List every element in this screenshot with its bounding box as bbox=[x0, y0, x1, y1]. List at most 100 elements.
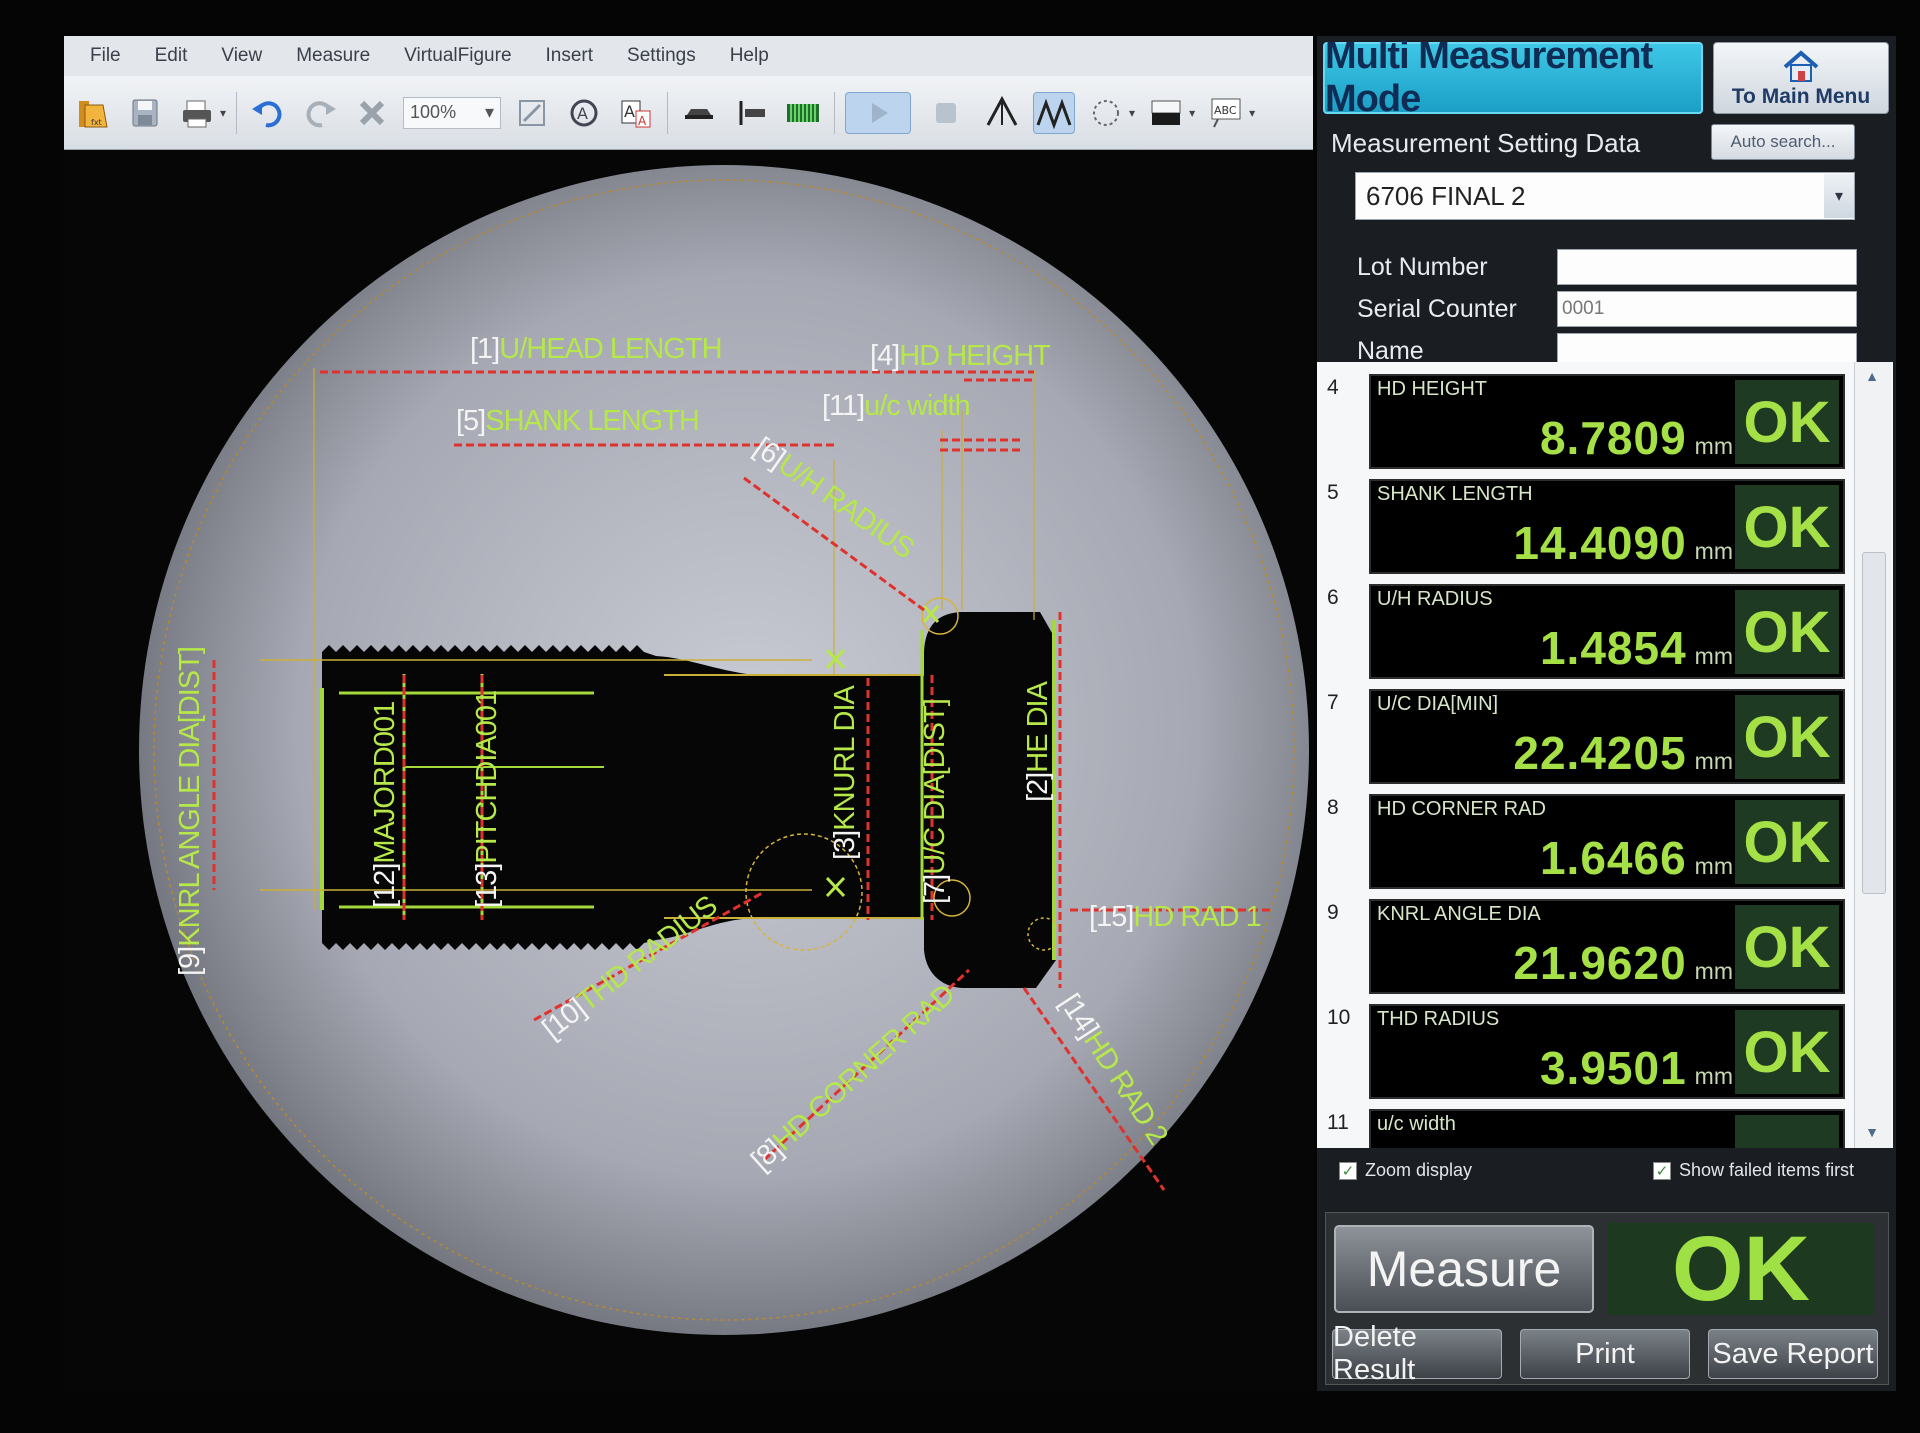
result-item[interactable]: 4 HD HEIGHT 8.7809 mm OK bbox=[1317, 374, 1847, 474]
stop-icon[interactable] bbox=[921, 92, 971, 134]
result-unit: mm bbox=[1694, 958, 1733, 984]
result-name: HD CORNER RAD bbox=[1377, 798, 1546, 820]
result-item[interactable]: 7 U/C DIA[MIN] 22.4205 mm OK bbox=[1317, 689, 1847, 789]
edge-vertical-icon[interactable] bbox=[730, 92, 772, 134]
result-item[interactable]: 8 HD CORNER RAD 1.6466 mm OK bbox=[1317, 794, 1847, 894]
menu-measure[interactable]: Measure bbox=[296, 45, 370, 67]
measurement-overlay: [1]U/HEAD LENGTH [4]HD HEIGHT [5]SHANK L… bbox=[139, 165, 1309, 1335]
label-u-head-length: [1]U/HEAD LENGTH bbox=[470, 333, 722, 365]
label-hd-rad-1: [15]HD RAD 1 bbox=[1089, 901, 1261, 933]
result-number: 11 bbox=[1327, 1111, 1349, 1134]
serial-counter-label: Serial Counter bbox=[1357, 294, 1517, 323]
color-bar-icon[interactable] bbox=[782, 92, 824, 134]
result-value: 14.4090 bbox=[1513, 517, 1687, 569]
result-unit: mm bbox=[1694, 1063, 1733, 1089]
menu-file[interactable]: File bbox=[90, 45, 121, 67]
menu-help[interactable]: Help bbox=[730, 45, 769, 67]
menu-insert[interactable]: Insert bbox=[546, 45, 594, 67]
auto-search-button[interactable]: Auto search... bbox=[1711, 124, 1855, 160]
label-hd-height: [4]HD HEIGHT bbox=[870, 340, 1051, 372]
label-knrl-angle-dia: [9]KNRL ANGLE DIA[DIST] bbox=[174, 647, 206, 976]
auto-detect-icon[interactable]: A bbox=[563, 92, 605, 134]
home-icon bbox=[1783, 50, 1819, 82]
result-status: OK bbox=[1735, 800, 1839, 884]
result-unit: mm bbox=[1694, 538, 1733, 564]
play-icon[interactable] bbox=[845, 91, 912, 134]
delete-icon[interactable] bbox=[351, 92, 393, 134]
result-item[interactable]: 5 SHANK LENGTH 14.4090 mm OK bbox=[1317, 479, 1847, 579]
svg-text:ABC: ABC bbox=[1214, 104, 1237, 117]
measure-area: Measure OK Delete Result Print Save Repo… bbox=[1325, 1212, 1889, 1386]
print-button[interactable]: Print bbox=[1520, 1329, 1690, 1379]
multi-peak-icon[interactable] bbox=[1033, 91, 1076, 134]
text-icon[interactable]: AA bbox=[615, 92, 657, 134]
menu-virtualfigure[interactable]: VirtualFigure bbox=[404, 45, 511, 67]
camera-view[interactable]: [1]U/HEAD LENGTH [4]HD HEIGHT [5]SHANK L… bbox=[64, 150, 1313, 1391]
result-value: 1.6466 bbox=[1539, 832, 1687, 884]
print-icon[interactable] bbox=[176, 92, 218, 134]
result-number: 8 bbox=[1327, 796, 1339, 819]
menu-view[interactable]: View bbox=[221, 45, 262, 67]
select-dropdown-icon[interactable]: ▾ bbox=[1129, 106, 1135, 120]
open-icon[interactable]: fxt bbox=[72, 92, 114, 134]
result-item[interactable]: 9 KNRL ANGLE DIA 21.9620 mm OK bbox=[1317, 899, 1847, 999]
result-value: 22.4205 bbox=[1513, 727, 1687, 779]
result-value: 8.7809 bbox=[1539, 412, 1687, 464]
result-card: U/C DIA[MIN] 22.4205 mm OK bbox=[1369, 689, 1845, 784]
zoom-value: 100% bbox=[410, 102, 457, 122]
result-item[interactable]: 10 THD RADIUS 3.9501 mm OK bbox=[1317, 1004, 1847, 1104]
scrollbar-thumb[interactable] bbox=[1862, 552, 1886, 894]
result-unit: mm bbox=[1694, 433, 1733, 459]
zoom-display-checkbox[interactable]: ✓ Zoom display bbox=[1339, 1160, 1472, 1181]
lot-number-input[interactable] bbox=[1557, 249, 1857, 285]
scroll-down-icon[interactable]: ▼ bbox=[1863, 1124, 1881, 1142]
result-name: HD HEIGHT bbox=[1377, 378, 1487, 400]
result-card: KNRL ANGLE DIA 21.9620 mm OK bbox=[1369, 899, 1845, 994]
result-name: SHANK LENGTH bbox=[1377, 483, 1533, 505]
serial-counter-input[interactable]: 0001 bbox=[1557, 291, 1857, 327]
result-item[interactable]: 11 u/c width bbox=[1317, 1109, 1847, 1148]
label-uc-width: [11]u/c width bbox=[822, 390, 970, 422]
print-dropdown-icon[interactable]: ▾ bbox=[220, 106, 226, 120]
fit-icon[interactable] bbox=[511, 92, 553, 134]
fill-color-icon[interactable] bbox=[1145, 92, 1187, 134]
peak-icon[interactable] bbox=[981, 92, 1023, 134]
svg-text:A: A bbox=[624, 102, 635, 121]
result-name: U/H RADIUS bbox=[1377, 588, 1493, 610]
svg-text:A: A bbox=[638, 114, 647, 128]
circle-select-icon[interactable] bbox=[1085, 92, 1127, 134]
measure-button[interactable]: Measure bbox=[1334, 1225, 1594, 1313]
label-knurl-dia: [3]KNURL DIA bbox=[829, 684, 861, 860]
result-number: 7 bbox=[1327, 691, 1339, 714]
svg-text:fxt: fxt bbox=[91, 118, 102, 127]
result-status: OK bbox=[1735, 1010, 1839, 1094]
result-card: HD HEIGHT 8.7809 mm OK bbox=[1369, 374, 1845, 469]
label-shank-length: [5]SHANK LENGTH bbox=[456, 405, 699, 437]
save-icon[interactable] bbox=[124, 92, 166, 134]
main-menu-label: To Main Menu bbox=[1731, 85, 1871, 108]
delete-result-button[interactable]: Delete Result bbox=[1332, 1321, 1502, 1386]
zoom-dropdown[interactable]: 100% ▾ bbox=[403, 96, 502, 129]
fill-dropdown-icon[interactable]: ▾ bbox=[1189, 106, 1195, 120]
label-dropdown-icon[interactable]: ▾ bbox=[1249, 106, 1255, 120]
result-card: u/c width bbox=[1369, 1109, 1845, 1148]
label-icon[interactable]: ABC bbox=[1205, 92, 1247, 134]
setting-label: Measurement Setting Data bbox=[1331, 128, 1641, 158]
scroll-up-icon[interactable]: ▲ bbox=[1863, 368, 1881, 386]
save-report-button[interactable]: Save Report bbox=[1708, 1329, 1878, 1379]
redo-icon[interactable] bbox=[299, 92, 341, 134]
main-menu-button[interactable]: To Main Menu bbox=[1713, 42, 1889, 114]
results-list[interactable]: 4 HD HEIGHT 8.7809 mm OK 5 SHANK LENGTH 1… bbox=[1317, 362, 1893, 1148]
show-failed-checkbox[interactable]: ✓ Show failed items first bbox=[1653, 1160, 1854, 1181]
zoom-display-label: Zoom display bbox=[1365, 1160, 1473, 1180]
menu-settings[interactable]: Settings bbox=[627, 45, 696, 67]
label-he-dia: [2]HE DIA bbox=[1022, 680, 1054, 802]
edge-horizontal-icon[interactable] bbox=[678, 92, 720, 134]
menu-edit[interactable]: Edit bbox=[155, 45, 188, 67]
result-item[interactable]: 6 U/H RADIUS 1.4854 mm OK bbox=[1317, 584, 1847, 684]
label-uc-dia: [7]U/C DIA[DIST] bbox=[919, 699, 951, 904]
measurement-app: File Edit View Measure VirtualFigure Ins… bbox=[64, 35, 1896, 1391]
undo-icon[interactable] bbox=[247, 92, 289, 134]
setting-data-select[interactable]: 6706 FINAL 2 ▾ bbox=[1355, 172, 1855, 220]
results-scrollbar[interactable]: ▲ ▼ bbox=[1854, 362, 1891, 1148]
